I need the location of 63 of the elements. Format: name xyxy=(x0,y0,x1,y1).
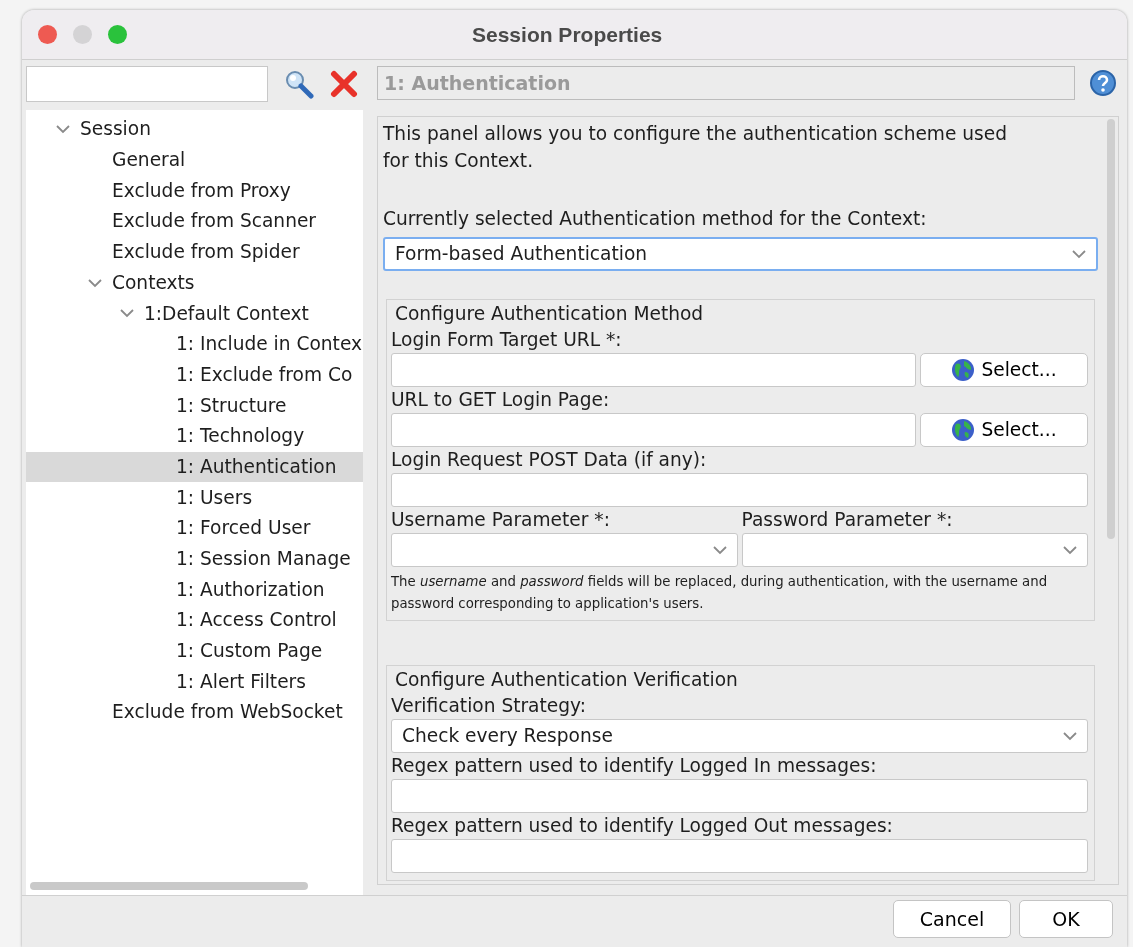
url-field[interactable] xyxy=(391,352,916,387)
text-field[interactable] xyxy=(391,839,1088,874)
tree-item[interactable]: General xyxy=(112,146,186,174)
tree-item[interactable]: Exclude from WebSocket xyxy=(112,698,343,727)
tree-item[interactable]: Exclude from Scanner xyxy=(112,207,316,236)
tree-item[interactable]: 1: Access Control xyxy=(176,606,337,635)
tree-item[interactable]: Session xyxy=(80,115,151,144)
scrollbar-thumb[interactable] xyxy=(30,882,308,890)
tree-item[interactable]: Exclude from Proxy xyxy=(112,176,291,205)
tree-item[interactable]: 1: Users xyxy=(176,483,253,512)
field-label: Login Request POST Data (if any): xyxy=(391,448,708,473)
close-button[interactable] xyxy=(38,25,57,44)
globe-icon xyxy=(951,357,976,382)
field-label: Login Form Target URL *: xyxy=(391,327,623,352)
field-label: Regex pattern used to identify Logged In messages: xyxy=(391,753,878,778)
description-text: This panel allows you to configure the authentication scheme used for this Context. xyxy=(383,122,1009,173)
chevron-icon xyxy=(1063,730,1077,741)
field-label: Password Parameter *: xyxy=(741,508,954,533)
chevron-icon xyxy=(1072,248,1086,259)
strategy-dropdown[interactable]: Check every Response xyxy=(391,718,1088,753)
chevron-icon xyxy=(712,545,727,556)
window-title: Session Properties xyxy=(472,21,663,48)
url-field[interactable] xyxy=(391,413,916,448)
ok-button[interactable]: OK xyxy=(1019,900,1113,938)
minimize-button[interactable] xyxy=(73,25,92,44)
field-label: Username Parameter *: xyxy=(391,508,611,533)
scrollbar-thumb[interactable] xyxy=(1107,119,1115,539)
chevron-icon[interactable] xyxy=(120,308,134,319)
parameter-dropdown[interactable] xyxy=(391,533,738,568)
method-dropdown[interactable]: Form-based Authentication xyxy=(383,236,1098,271)
select-button[interactable]: Select... xyxy=(920,352,1088,387)
tree-item[interactable]: 1: Forced User xyxy=(176,514,311,543)
tree-item[interactable]: 1:Default Context xyxy=(144,299,309,328)
parameter-dropdown[interactable] xyxy=(741,533,1088,568)
chevron-icon xyxy=(1063,545,1077,556)
method-label: Currently selected Authentication method for the Context: xyxy=(383,206,928,231)
text-field[interactable] xyxy=(391,779,1088,814)
tree-item[interactable]: 1: Technology xyxy=(176,422,305,451)
zoom-button[interactable] xyxy=(108,25,127,44)
tree-item[interactable]: 1: Alert Filters xyxy=(176,667,306,696)
search-field[interactable] xyxy=(26,66,268,102)
note-text: The username and password fields will be replaced, during authentication, with the username and password corresponding to application's users. xyxy=(391,573,1049,613)
chevron-icon[interactable] xyxy=(88,277,102,288)
panel-title-field: 1: Authentication xyxy=(377,66,1075,100)
help-icon[interactable] xyxy=(1089,69,1117,97)
tree-item[interactable]: 1: Authorization xyxy=(176,575,325,604)
tree-item[interactable]: Contexts xyxy=(112,268,195,297)
chevron-icon[interactable] xyxy=(56,124,70,135)
tree-item[interactable]: 1: Include in Contex xyxy=(176,330,362,359)
text-field[interactable] xyxy=(391,473,1088,508)
tree-item[interactable]: Exclude from Spider xyxy=(112,238,300,267)
field-label: Regex pattern used to identify Logged Out messages: xyxy=(391,814,894,839)
tree-item[interactable]: 1: Session Manage xyxy=(176,545,351,573)
search-icon[interactable] xyxy=(284,69,314,99)
tree-item[interactable]: 1: Custom Page xyxy=(176,637,323,665)
field-label: Verification Strategy: xyxy=(391,693,587,718)
globe-icon xyxy=(951,418,976,443)
cancel-button[interactable]: Cancel xyxy=(893,900,1011,938)
clear-icon[interactable] xyxy=(330,70,358,98)
field-label: URL to GET Login Page: xyxy=(391,387,611,412)
tree-item[interactable]: 1: Structure xyxy=(176,391,287,420)
select-button[interactable]: Select... xyxy=(920,413,1088,448)
tree-item[interactable]: 1: Exclude from Co xyxy=(176,360,353,389)
